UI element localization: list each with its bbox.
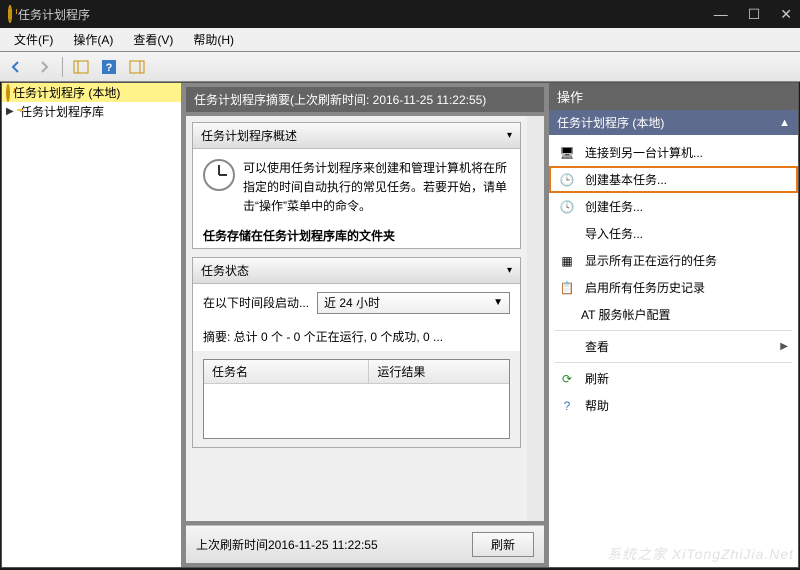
chevron-down-icon: ▼ <box>493 297 503 308</box>
menu-file[interactable]: 文件(F) <box>4 29 63 50</box>
collapse-icon[interactable]: ▾ <box>507 265 512 276</box>
refresh-button[interactable]: 刷新 <box>472 532 534 557</box>
menu-view[interactable]: 查看(V) <box>123 29 183 50</box>
toolbar: ? <box>0 52 800 82</box>
col-result[interactable]: 运行结果 <box>369 360 509 383</box>
menu-action[interactable]: 操作(A) <box>63 29 123 50</box>
action-create-basic[interactable]: 🕒 创建基本任务... <box>549 166 798 193</box>
status-filter-row: 在以下时间段启动... 近 24 小时 ▼ <box>193 284 520 322</box>
running-icon: ▦ <box>559 254 575 268</box>
overview-header[interactable]: 任务计划程序概述 ▾ <box>193 123 520 149</box>
task-list: 任务名 运行结果 <box>203 359 510 439</box>
status-section: 任务状态 ▾ 在以下时间段启动... 近 24 小时 ▼ 摘要: 总计 0 个 … <box>192 257 521 448</box>
workspace: 任务计划程序 (本地) ▶ 任务计划程序库 任务计划程序摘要(上次刷新时间: 2… <box>1 82 799 568</box>
help-icon: ? <box>559 399 575 413</box>
action-enable-history[interactable]: 📋 启用所有任务历史记录 <box>549 274 798 301</box>
help-button[interactable]: ? <box>97 56 121 78</box>
task-icon: 🕓 <box>559 200 575 214</box>
action-connect[interactable]: 🖥 连接到另一台计算机... <box>549 139 798 166</box>
clock-icon <box>6 86 10 100</box>
actions-panel: 操作 任务计划程序 (本地) ▲ 🖥 连接到另一台计算机... 🕒 创建基本任务… <box>548 83 798 567</box>
action-help[interactable]: ? 帮助 <box>549 392 798 419</box>
tree-library-label: 任务计划程序库 <box>20 103 104 120</box>
forward-button[interactable] <box>32 56 56 78</box>
action-at-config[interactable]: AT 服务帐户配置 <box>549 301 798 328</box>
menubar: 文件(F) 操作(A) 查看(V) 帮助(H) <box>0 28 800 52</box>
refresh-icon: ⟳ <box>559 372 575 386</box>
chevron-right-icon: ▶ <box>780 341 788 352</box>
action-import[interactable]: 导入任务... <box>549 220 798 247</box>
close-button[interactable]: ✕ <box>780 6 792 23</box>
tree-panel: 任务计划程序 (本地) ▶ 任务计划程序库 <box>2 83 182 567</box>
toolbar-icon-2[interactable] <box>125 56 149 78</box>
history-icon: 📋 <box>559 281 575 295</box>
action-view[interactable]: 查看 ▶ <box>549 333 798 360</box>
tree-root[interactable]: 任务计划程序 (本地) <box>2 83 181 102</box>
status-header[interactable]: 任务状态 ▾ <box>193 258 520 284</box>
actions-title: 操作 <box>549 83 798 110</box>
separator <box>555 362 792 363</box>
scrollbar[interactable] <box>527 116 544 521</box>
svg-text:?: ? <box>106 62 113 74</box>
task-icon: 🕒 <box>559 173 575 187</box>
overview-text2: 任务存储在任务计划程序库的文件夹 <box>193 227 520 248</box>
col-name[interactable]: 任务名 <box>204 360 369 383</box>
computer-icon: 🖥 <box>559 146 575 160</box>
actions-subtitle: 任务计划程序 (本地) ▲ <box>549 110 798 135</box>
collapse-up-icon[interactable]: ▲ <box>779 117 790 129</box>
overview-text: 可以使用任务计划程序来创建和管理计算机将在所指定的时间自动执行的常见任务。若要开… <box>243 159 510 217</box>
back-button[interactable] <box>4 56 28 78</box>
app-icon <box>8 7 12 21</box>
action-create[interactable]: 🕓 创建任务... <box>549 193 798 220</box>
center-panel: 任务计划程序摘要(上次刷新时间: 2016-11-25 11:22:55) 任务… <box>182 83 548 567</box>
summary-text: 摘要: 总计 0 个 - 0 个正在运行, 0 个成功, 0 ... <box>193 322 520 351</box>
tree-library[interactable]: ▶ 任务计划程序库 <box>2 102 181 121</box>
overview-section: 任务计划程序概述 ▾ 可以使用任务计划程序来创建和管理计算机将在所指定的时间自动… <box>192 122 521 249</box>
menu-help[interactable]: 帮助(H) <box>183 29 244 50</box>
center-content: 任务计划程序概述 ▾ 可以使用任务计划程序来创建和管理计算机将在所指定的时间自动… <box>186 116 527 521</box>
footer-bar: 上次刷新时间2016-11-25 11:22:55 刷新 <box>186 525 544 563</box>
tree-root-label: 任务计划程序 (本地) <box>13 84 120 101</box>
actions-list: 🖥 连接到另一台计算机... 🕒 创建基本任务... 🕓 创建任务... 导入任… <box>549 135 798 567</box>
clock-icon <box>203 159 235 191</box>
action-show-running[interactable]: ▦ 显示所有正在运行的任务 <box>549 247 798 274</box>
expand-icon[interactable]: ▶ <box>6 106 17 117</box>
toolbar-icon-1[interactable] <box>69 56 93 78</box>
window-controls: — ☐ ✕ <box>714 6 792 23</box>
action-refresh[interactable]: ⟳ 刷新 <box>549 365 798 392</box>
center-header: 任务计划程序摘要(上次刷新时间: 2016-11-25 11:22:55) <box>186 87 544 112</box>
task-list-header: 任务名 运行结果 <box>204 360 509 384</box>
timerange-dropdown[interactable]: 近 24 小时 ▼ <box>317 292 510 314</box>
separator <box>555 330 792 331</box>
overview-body: 可以使用任务计划程序来创建和管理计算机将在所指定的时间自动执行的常见任务。若要开… <box>193 149 520 227</box>
last-refresh-label: 上次刷新时间2016-11-25 11:22:55 <box>196 536 472 553</box>
maximize-button[interactable]: ☐ <box>748 6 761 23</box>
status-label: 在以下时间段启动... <box>203 294 309 311</box>
titlebar: 任务计划程序 — ☐ ✕ <box>0 0 800 28</box>
minimize-button[interactable]: — <box>714 6 728 23</box>
collapse-icon[interactable]: ▾ <box>507 130 512 141</box>
window-title: 任务计划程序 <box>18 6 714 23</box>
